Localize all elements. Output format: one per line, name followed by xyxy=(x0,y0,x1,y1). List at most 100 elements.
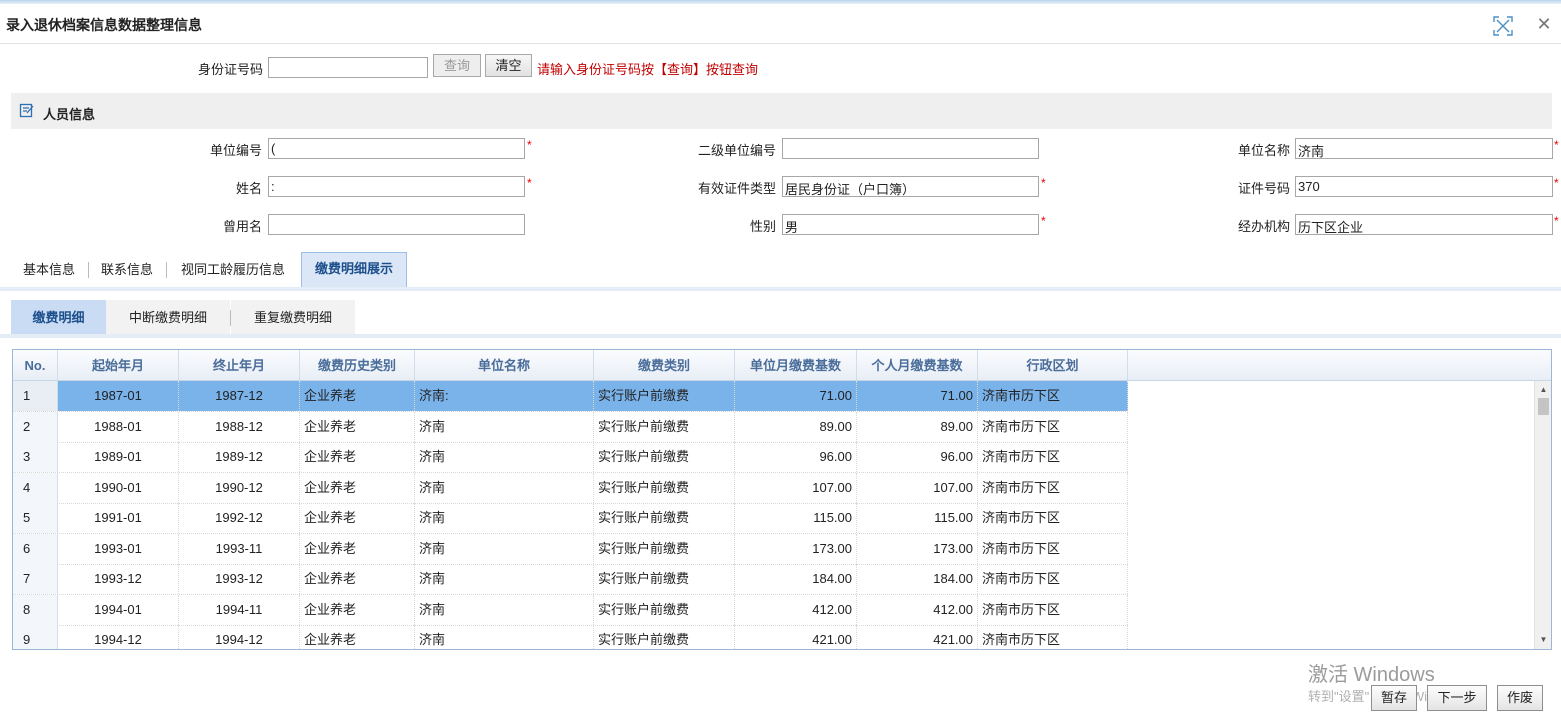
payment-grid: No. 起始年月 终止年月 缴费历史类别 单位名称 缴费类别 单位月缴费基数 个… xyxy=(12,349,1552,650)
id-number-input[interactable] xyxy=(268,57,428,78)
unit-no-input[interactable]: ( xyxy=(268,138,525,159)
agency-label: 经办机构 xyxy=(1238,219,1291,234)
table-cell: 济南 xyxy=(415,442,594,472)
table-cell: 企业养老 xyxy=(300,625,415,649)
sub-unit-no-input[interactable] xyxy=(782,138,1039,159)
table-cell: 1993-12 xyxy=(58,564,179,594)
column-header-personal-base[interactable]: 个人月缴费基数 xyxy=(857,350,978,381)
table-cell: 企业养老 xyxy=(300,533,415,564)
table-cell: 实行账户前缴费 xyxy=(594,411,735,442)
save-draft-button[interactable]: 暂存 xyxy=(1371,685,1417,711)
column-header-start[interactable]: 起始年月 xyxy=(58,350,179,381)
table-cell: 企业养老 xyxy=(300,472,415,503)
table-row[interactable]: 6 1993-01 1993-11 企业养老 济南 实行账户前缴费 173.00 173.00… xyxy=(13,533,1128,565)
table-cell: 1987-01 xyxy=(58,381,179,411)
table-cell: 企业养老 xyxy=(300,564,415,594)
table-cell: 107.00 xyxy=(857,472,978,503)
table-cell: 实行账户前缴费 xyxy=(594,533,735,564)
table-row[interactable]: 5 1991-01 1992-12 企业养老 济南 实行账户前缴费 115.00 115.00… xyxy=(13,503,1128,534)
table-cell: 实行账户前缴费 xyxy=(594,594,735,625)
table-cell: 412.00 xyxy=(735,594,857,625)
table-cell: 1991-01 xyxy=(58,503,179,533)
windows-activation-watermark: 激活 Windows xyxy=(1308,664,1435,686)
table-cell: 107.00 xyxy=(735,472,857,503)
table-cell: 济南市历下区 xyxy=(978,442,1128,472)
id-type-select[interactable]: 居民身份证（户口簿） xyxy=(782,176,1039,197)
table-cell: 6 xyxy=(13,533,58,564)
table-cell: 实行账户前缴费 xyxy=(594,625,735,649)
table-cell: 济南市历下区 xyxy=(978,533,1128,564)
subtab-duplicate-payment[interactable]: 重复缴费明细 xyxy=(231,300,355,336)
dialog-title: 录入退休档案信息数据整理信息 xyxy=(6,17,202,33)
table-row[interactable]: 7 1993-12 1993-12 企业养老 济南 实行账户前缴费 184.00 184.00… xyxy=(13,564,1128,595)
table-cell: 1994-12 xyxy=(179,625,300,649)
table-cell: 7 xyxy=(13,564,58,594)
tab-contact-info[interactable]: 联系信息 xyxy=(89,252,165,288)
table-cell: 115.00 xyxy=(857,503,978,533)
table-row[interactable]: 4 1990-01 1990-12 企业养老 济南 实行账户前缴费 107.00 107.00… xyxy=(13,472,1128,504)
table-cell: 1994-01 xyxy=(58,594,179,625)
next-step-button[interactable]: 下一步 xyxy=(1427,685,1487,711)
table-cell: 421.00 xyxy=(857,625,978,649)
gender-select[interactable]: 男 xyxy=(782,214,1039,235)
table-cell: 1 xyxy=(13,381,58,411)
table-cell: 济南市历下区 xyxy=(978,594,1128,625)
table-cell: 实行账户前缴费 xyxy=(594,564,735,594)
table-cell: 济南市历下区 xyxy=(978,625,1128,649)
table-cell: 济南 xyxy=(415,594,594,625)
grid-scrollbar[interactable]: ▲ ▼ xyxy=(1534,381,1551,649)
table-cell: 济南市历下区 xyxy=(978,503,1128,533)
table-row[interactable]: 2 1988-01 1988-12 企业养老 济南 实行账户前缴费 89.00 89.00 济南… xyxy=(13,411,1128,443)
table-cell: 1990-01 xyxy=(58,472,179,503)
table-row[interactable]: 8 1994-01 1994-11 企业养老 济南 实行账户前缴费 412.00 412.00… xyxy=(13,594,1128,626)
close-icon[interactable]: ✕ xyxy=(1534,14,1554,34)
table-cell: 1990-12 xyxy=(179,472,300,503)
table-cell: 421.00 xyxy=(735,625,857,649)
table-cell: 企业养老 xyxy=(300,411,415,442)
column-header-no[interactable]: No. xyxy=(13,350,58,381)
void-button[interactable]: 作废 xyxy=(1497,685,1543,711)
tab-work-history[interactable]: 视同工龄履历信息 xyxy=(167,252,299,288)
column-header-history-type[interactable]: 缴费历史类别 xyxy=(300,350,415,381)
table-cell: 1993-01 xyxy=(58,533,179,564)
scroll-down-icon[interactable]: ▼ xyxy=(1535,633,1551,647)
maximize-icon[interactable] xyxy=(1492,15,1514,37)
former-name-input[interactable] xyxy=(268,214,525,235)
person-info-header: 人员信息 xyxy=(11,93,1552,129)
table-cell: 济南 xyxy=(415,472,594,503)
column-header-unit-name[interactable]: 单位名称 xyxy=(415,350,594,381)
grid-body: 1 1987-01 1987-12 企业养老 济南: 实行账户前缴费 71.00 71.00 济… xyxy=(13,381,1551,649)
subtab-underline xyxy=(0,334,1561,338)
column-header-payment-type[interactable]: 缴费类别 xyxy=(594,350,735,381)
table-cell: 济南: xyxy=(415,381,594,411)
tab-payment-detail[interactable]: 缴费明细展示 xyxy=(301,252,407,288)
table-cell: 1992-12 xyxy=(179,503,300,533)
subtab-payment-detail[interactable]: 缴费明细 xyxy=(11,300,106,335)
table-cell: 184.00 xyxy=(857,564,978,594)
table-row[interactable]: 3 1989-01 1989-12 企业养老 济南 实行账户前缴费 96.00 96.00 济南… xyxy=(13,442,1128,473)
column-header-region[interactable]: 行政区划 xyxy=(978,350,1128,381)
required-mark: * xyxy=(1554,176,1559,190)
table-cell: 9 xyxy=(13,625,58,649)
table-row[interactable]: 9 1994-12 1994-12 企业养老 济南 实行账户前缴费 421.00 421.00… xyxy=(13,625,1128,649)
table-cell: 济南市历下区 xyxy=(978,564,1128,594)
scroll-thumb[interactable] xyxy=(1538,398,1549,415)
name-input[interactable]: : xyxy=(268,176,525,197)
id-type-label: 有效证件类型 xyxy=(698,181,777,196)
subtab-interrupted-payment[interactable]: 中断缴费明细 xyxy=(106,300,230,336)
tab-basic-info[interactable]: 基本信息 xyxy=(11,252,87,288)
agency-input[interactable]: 历下区企业 xyxy=(1295,214,1553,235)
id-no-input[interactable]: 370 xyxy=(1295,176,1553,197)
clear-button[interactable]: 清空 xyxy=(485,54,532,77)
table-cell: 89.00 xyxy=(857,411,978,442)
table-row[interactable]: 1 1987-01 1987-12 企业养老 济南: 实行账户前缴费 71.00 71.00 济… xyxy=(13,381,1128,412)
column-header-unit-base[interactable]: 单位月缴费基数 xyxy=(735,350,857,381)
column-header-end[interactable]: 终止年月 xyxy=(179,350,300,381)
table-cell: 1994-11 xyxy=(179,594,300,625)
search-hint: 请输入身份证号码按【查询】按钮查询 xyxy=(537,62,759,77)
unit-name-input[interactable]: 济南 xyxy=(1295,138,1553,159)
scroll-up-icon[interactable]: ▲ xyxy=(1535,383,1551,397)
table-cell: 115.00 xyxy=(735,503,857,533)
query-button[interactable]: 查询 xyxy=(433,54,481,77)
table-cell: 173.00 xyxy=(857,533,978,564)
